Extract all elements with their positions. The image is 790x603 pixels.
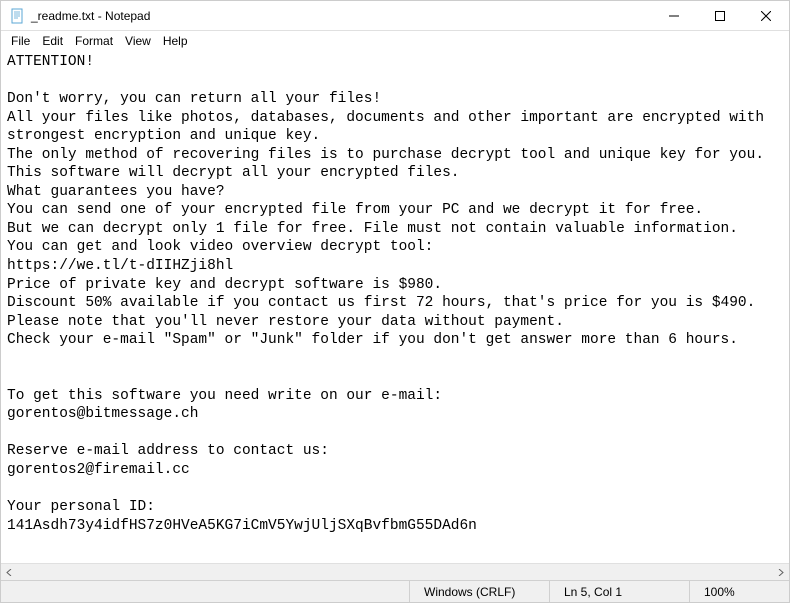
notepad-icon <box>9 8 25 24</box>
status-position: Ln 5, Col 1 <box>549 581 689 602</box>
notepad-window: _readme.txt - Notepad File Edit Format V… <box>0 0 790 603</box>
status-encoding: Windows (CRLF) <box>409 581 549 602</box>
menu-help[interactable]: Help <box>157 32 194 50</box>
text-area[interactable]: ATTENTION! Don't worry, you can return a… <box>1 51 789 563</box>
menu-edit[interactable]: Edit <box>36 32 69 50</box>
menu-view[interactable]: View <box>119 32 157 50</box>
horizontal-scrollbar[interactable] <box>1 563 789 580</box>
statusbar: Windows (CRLF) Ln 5, Col 1 100% <box>1 580 789 602</box>
window-title: _readme.txt - Notepad <box>31 9 651 23</box>
menubar: File Edit Format View Help <box>1 31 789 51</box>
status-zoom: 100% <box>689 581 789 602</box>
close-button[interactable] <box>743 1 789 30</box>
menu-file[interactable]: File <box>5 32 36 50</box>
menu-format[interactable]: Format <box>69 32 119 50</box>
scroll-right-arrow[interactable] <box>772 564 789 581</box>
minimize-button[interactable] <box>651 1 697 30</box>
maximize-button[interactable] <box>697 1 743 30</box>
titlebar: _readme.txt - Notepad <box>1 1 789 31</box>
scroll-left-arrow[interactable] <box>1 564 18 581</box>
window-controls <box>651 1 789 30</box>
